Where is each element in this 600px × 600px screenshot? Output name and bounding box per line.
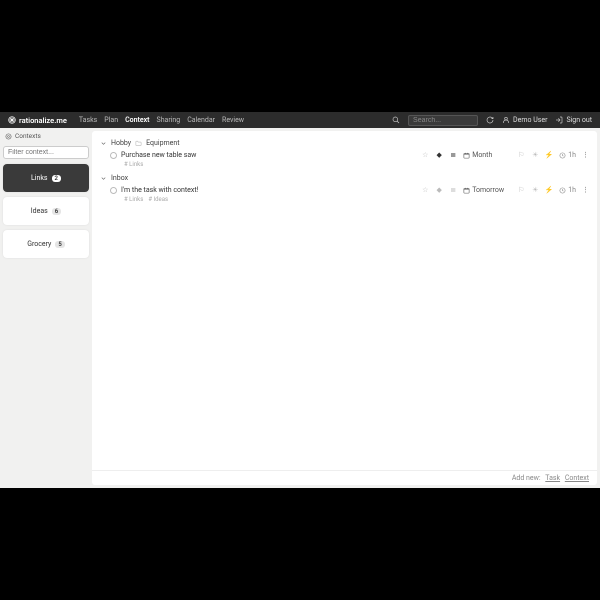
sidebar-heading-text: Contexts — [15, 132, 41, 140]
nav-calendar[interactable]: Calendar — [187, 116, 215, 124]
task-tags: # Links — [100, 161, 589, 172]
more-menu[interactable]: ⋮ — [582, 151, 589, 159]
sun-icon[interactable]: ☀ — [531, 151, 539, 159]
signout-label: Sign out — [566, 116, 592, 124]
context-count-badge: 5 — [55, 241, 64, 248]
context-card-grocery[interactable]: Grocery 5 — [3, 230, 89, 258]
sidebar-heading: Contexts — [3, 131, 89, 141]
user-name: Demo User — [513, 116, 547, 124]
duration-label: 1h — [568, 186, 576, 194]
user-menu[interactable]: Demo User — [502, 116, 547, 124]
task-title: I'm the task with context! — [117, 186, 421, 194]
nav-plan[interactable]: Plan — [104, 116, 118, 124]
group-name: Inbox — [111, 174, 128, 182]
context-label: Ideas — [31, 207, 48, 215]
signout-button[interactable]: Sign out — [555, 116, 592, 124]
footer-label: Add new: — [512, 474, 541, 482]
tag-chip[interactable]: # Links — [124, 161, 143, 168]
contexts-icon — [5, 133, 12, 140]
clock-icon — [559, 152, 566, 159]
task-duration[interactable]: 1h — [559, 151, 576, 159]
sync-icon[interactable] — [486, 116, 494, 124]
priority-icon[interactable]: ◆ — [435, 151, 443, 159]
tag-chip[interactable]: # Links — [124, 196, 143, 203]
chevron-down-icon — [100, 140, 107, 147]
main-content: Hobby Equipment Purchase new table saw ☆… — [92, 131, 597, 470]
context-count-badge: 2 — [52, 175, 61, 182]
context-card-ideas[interactable]: Ideas 6 — [3, 197, 89, 225]
flag-icon[interactable]: ⚐ — [517, 186, 525, 194]
body: Contexts Links 2 Ideas 6 Grocery 5 Hob — [0, 128, 600, 488]
main-footer: Add new: Task Context — [92, 470, 597, 485]
sun-icon[interactable]: ☀ — [531, 186, 539, 194]
task-tags: # Links # Ideas — [100, 196, 589, 207]
task-title: Purchase new table saw — [117, 151, 421, 159]
group-header-inbox[interactable]: Inbox — [100, 172, 589, 184]
group-subname: Equipment — [146, 139, 179, 147]
clock-icon — [559, 187, 566, 194]
task-duration[interactable]: 1h — [559, 186, 576, 194]
task-actions: ☆ ◆ ≣ Month ⚐ ☀ ⚡ 1h — [421, 151, 589, 159]
sidebar: Contexts Links 2 Ideas 6 Grocery 5 — [0, 128, 92, 488]
search-input[interactable] — [408, 115, 478, 126]
search-icon[interactable] — [392, 116, 400, 124]
context-label: Links — [31, 174, 48, 182]
task-row[interactable]: Purchase new table saw ☆ ◆ ≣ Month ⚐ ☀ ⚡ — [100, 149, 589, 161]
more-menu[interactable]: ⋮ — [582, 186, 589, 194]
flag-icon[interactable]: ⚐ — [517, 151, 525, 159]
signout-icon — [555, 116, 563, 124]
star-icon[interactable]: ☆ — [421, 186, 429, 194]
date-label: Tomorrow — [472, 186, 504, 194]
group-name: Hobby — [111, 139, 131, 147]
nav-sharing[interactable]: Sharing — [157, 116, 181, 124]
task-checkbox[interactable] — [110, 152, 117, 159]
task-date[interactable]: Month — [463, 151, 511, 159]
bolt-icon[interactable]: ⚡ — [545, 151, 553, 159]
app-root: rationalize.me Tasks Plan Context Sharin… — [0, 112, 600, 488]
letterbox-top — [0, 0, 600, 112]
task-checkbox[interactable] — [110, 187, 117, 194]
list-icon[interactable]: ≣ — [449, 151, 457, 159]
calendar-icon — [463, 187, 470, 194]
priority-icon[interactable]: ◆ — [435, 186, 443, 194]
task-actions: ☆ ◆ ≣ Tomorrow ⚐ ☀ ⚡ 1h — [421, 186, 589, 194]
context-card-links[interactable]: Links 2 — [3, 164, 89, 192]
nav-context[interactable]: Context — [125, 116, 149, 124]
logo-icon — [8, 116, 16, 124]
duration-label: 1h — [568, 151, 576, 159]
task-date[interactable]: Tomorrow — [463, 186, 511, 194]
context-count-badge: 6 — [52, 208, 61, 215]
group-header-hobby[interactable]: Hobby Equipment — [100, 137, 589, 149]
main-nav: Tasks Plan Context Sharing Calendar Revi… — [79, 116, 244, 124]
calendar-icon — [463, 152, 470, 159]
user-icon — [502, 116, 510, 124]
date-label: Month — [472, 151, 492, 159]
context-label: Grocery — [27, 240, 51, 248]
add-task-link[interactable]: Task — [545, 474, 560, 482]
header-right: Demo User Sign out — [392, 115, 592, 126]
task-row[interactable]: I'm the task with context! ☆ ◆ ≣ Tomorro… — [100, 184, 589, 196]
main-panel: Hobby Equipment Purchase new table saw ☆… — [92, 131, 597, 485]
star-icon[interactable]: ☆ — [421, 151, 429, 159]
app-header: rationalize.me Tasks Plan Context Sharin… — [0, 112, 600, 128]
bolt-icon[interactable]: ⚡ — [545, 186, 553, 194]
letterbox-bottom — [0, 488, 600, 600]
nav-tasks[interactable]: Tasks — [79, 116, 97, 124]
tag-chip[interactable]: # Ideas — [148, 196, 168, 203]
nav-review[interactable]: Review — [222, 116, 244, 124]
brand-logo[interactable]: rationalize.me — [8, 116, 67, 125]
folder-icon — [135, 140, 142, 147]
add-context-link[interactable]: Context — [565, 474, 589, 482]
list-icon[interactable]: ≣ — [449, 186, 457, 194]
chevron-down-icon — [100, 175, 107, 182]
brand-text: rationalize.me — [19, 116, 67, 125]
filter-context-input[interactable] — [3, 146, 89, 159]
